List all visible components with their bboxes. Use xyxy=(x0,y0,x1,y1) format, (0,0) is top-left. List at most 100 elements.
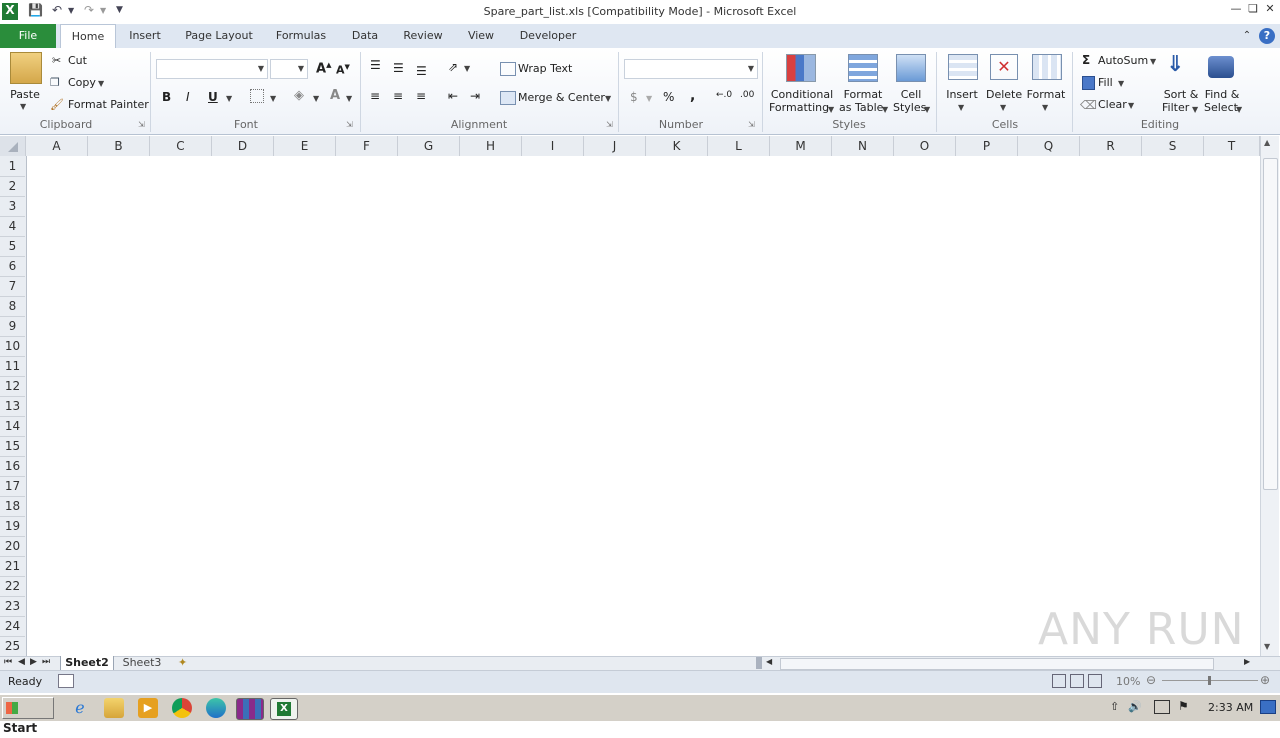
align-center-icon[interactable]: ≡ xyxy=(393,89,403,103)
restore-button[interactable]: ❏ xyxy=(1245,2,1261,16)
winrar-icon[interactable] xyxy=(236,698,264,720)
fill-dropdown-icon[interactable]: ▼ xyxy=(1118,79,1124,88)
column-header[interactable]: T xyxy=(1204,136,1260,156)
tab-data[interactable]: Data xyxy=(344,24,386,48)
align-left-icon[interactable]: ≡ xyxy=(370,89,380,103)
column-header[interactable]: M xyxy=(770,136,832,156)
find-select-line2[interactable]: Select xyxy=(1204,101,1238,114)
paste-button[interactable]: Paste xyxy=(6,88,44,101)
tab-formulas[interactable]: Formulas xyxy=(270,24,332,48)
ribbon-collapse-icon[interactable]: ⌃ xyxy=(1240,24,1254,48)
format-as-table-dropdown-icon[interactable]: ▼ xyxy=(882,105,888,114)
increase-indent-icon[interactable]: ⇥ xyxy=(470,89,480,103)
number-launcher-icon[interactable]: ⇲ xyxy=(748,120,755,129)
column-header[interactable]: C xyxy=(150,136,212,156)
format-as-table-line1[interactable]: Format xyxy=(842,88,884,101)
row-header[interactable]: 1 xyxy=(0,156,25,177)
increase-font-icon[interactable]: A▲ xyxy=(316,61,331,76)
scroll-up-icon[interactable]: ▲ xyxy=(1264,138,1270,147)
row-header[interactable]: 17 xyxy=(0,476,25,497)
delete-dropdown-icon[interactable]: ▼ xyxy=(1000,103,1006,112)
row-header[interactable]: 24 xyxy=(0,616,25,637)
delete-cells-button[interactable]: Delete xyxy=(986,88,1022,101)
scroll-left-icon[interactable]: ◀ xyxy=(766,657,772,666)
row-header[interactable]: 12 xyxy=(0,376,25,397)
decrease-decimal-icon[interactable]: .00 xyxy=(740,90,754,100)
worksheet-grid[interactable] xyxy=(27,156,1260,656)
row-header[interactable]: 4 xyxy=(0,216,25,237)
column-header[interactable]: D xyxy=(212,136,274,156)
row-header[interactable]: 15 xyxy=(0,436,25,457)
media-player-icon[interactable]: ▶ xyxy=(138,698,158,718)
conditional-formatting-line1[interactable]: Conditional xyxy=(770,88,834,101)
clock[interactable]: 2:33 AM xyxy=(1208,701,1253,714)
minimize-button[interactable]: — xyxy=(1228,2,1244,16)
tab-review[interactable]: Review xyxy=(396,24,450,48)
column-header[interactable]: E xyxy=(274,136,336,156)
horizontal-scroll-thumb[interactable] xyxy=(780,658,1214,670)
row-header[interactable]: 7 xyxy=(0,276,25,297)
align-bottom-icon[interactable]: ☰ xyxy=(416,64,427,78)
column-header[interactable]: P xyxy=(956,136,1018,156)
merge-dropdown-icon[interactable]: ▼ xyxy=(605,94,611,103)
cell-styles-line1[interactable]: Cell xyxy=(894,88,928,101)
zoom-out-icon[interactable]: ⊖ xyxy=(1146,673,1156,687)
column-header[interactable]: H xyxy=(460,136,522,156)
last-sheet-icon[interactable]: ⏭ xyxy=(42,657,50,667)
row-header[interactable]: 2 xyxy=(0,176,25,197)
bold-button[interactable]: B xyxy=(162,90,171,104)
align-top-icon[interactable]: ☰ xyxy=(370,58,381,72)
row-header[interactable]: 20 xyxy=(0,536,25,557)
format-cells-button[interactable]: Format xyxy=(1026,88,1066,101)
number-format-select[interactable]: ▼ xyxy=(624,59,758,79)
paste-dropdown-icon[interactable]: ▼ xyxy=(20,102,26,111)
column-header[interactable]: K xyxy=(646,136,708,156)
row-header[interactable]: 10 xyxy=(0,336,25,357)
sort-filter-line1[interactable]: Sort & xyxy=(1162,88,1200,101)
column-header[interactable]: Q xyxy=(1018,136,1080,156)
clear-button[interactable]: Clear xyxy=(1098,98,1127,111)
column-header[interactable]: G xyxy=(398,136,460,156)
tab-developer[interactable]: Developer xyxy=(512,24,584,48)
row-header[interactable]: 22 xyxy=(0,576,25,597)
tab-view[interactable]: View xyxy=(460,24,502,48)
first-sheet-icon[interactable]: ⏮ xyxy=(4,657,12,667)
fill-color-icon[interactable]: ◈ xyxy=(294,88,304,103)
percent-button[interactable]: % xyxy=(663,90,674,104)
tab-file[interactable]: File xyxy=(0,24,56,48)
font-size-select[interactable]: ▼ xyxy=(270,59,308,79)
row-header[interactable]: 13 xyxy=(0,396,25,417)
column-header[interactable]: S xyxy=(1142,136,1204,156)
column-header[interactable]: B xyxy=(88,136,150,156)
cut-button[interactable]: Cut xyxy=(68,54,87,67)
row-header[interactable]: 21 xyxy=(0,556,25,577)
font-name-select[interactable]: ▼ xyxy=(156,59,268,79)
italic-button[interactable]: I xyxy=(186,90,190,104)
font-launcher-icon[interactable]: ⇲ xyxy=(346,120,353,129)
sort-filter-dropdown-icon[interactable]: ▼ xyxy=(1192,105,1198,114)
chrome-icon[interactable] xyxy=(172,698,192,718)
page-layout-view-icon[interactable] xyxy=(1070,674,1084,688)
currency-dropdown-icon[interactable]: ▼ xyxy=(646,94,652,103)
format-painter-button[interactable]: Format Painter xyxy=(68,98,149,111)
scroll-right-icon[interactable]: ▶ xyxy=(1244,657,1250,666)
scroll-down-icon[interactable]: ▼ xyxy=(1264,642,1270,651)
font-color-icon[interactable]: A xyxy=(330,88,340,103)
conditional-formatting-dropdown-icon[interactable]: ▼ xyxy=(828,105,834,114)
borders-dropdown-icon[interactable]: ▼ xyxy=(270,94,276,103)
zoom-slider-handle[interactable] xyxy=(1208,676,1211,685)
column-header[interactable]: N xyxy=(832,136,894,156)
orientation-dropdown-icon[interactable]: ▼ xyxy=(464,64,470,73)
row-header[interactable]: 6 xyxy=(0,256,25,277)
tab-page-layout[interactable]: Page Layout xyxy=(180,24,258,48)
row-header[interactable]: 23 xyxy=(0,596,25,617)
find-select-line1[interactable]: Find & xyxy=(1204,88,1240,101)
page-break-view-icon[interactable] xyxy=(1088,674,1102,688)
alignment-launcher-icon[interactable]: ⇲ xyxy=(606,120,613,129)
row-header[interactable]: 19 xyxy=(0,516,25,537)
comma-button[interactable]: , xyxy=(690,88,695,104)
column-header[interactable]: F xyxy=(336,136,398,156)
borders-icon[interactable] xyxy=(250,89,264,103)
underline-button[interactable]: U xyxy=(208,90,218,104)
row-header[interactable]: 18 xyxy=(0,496,25,517)
